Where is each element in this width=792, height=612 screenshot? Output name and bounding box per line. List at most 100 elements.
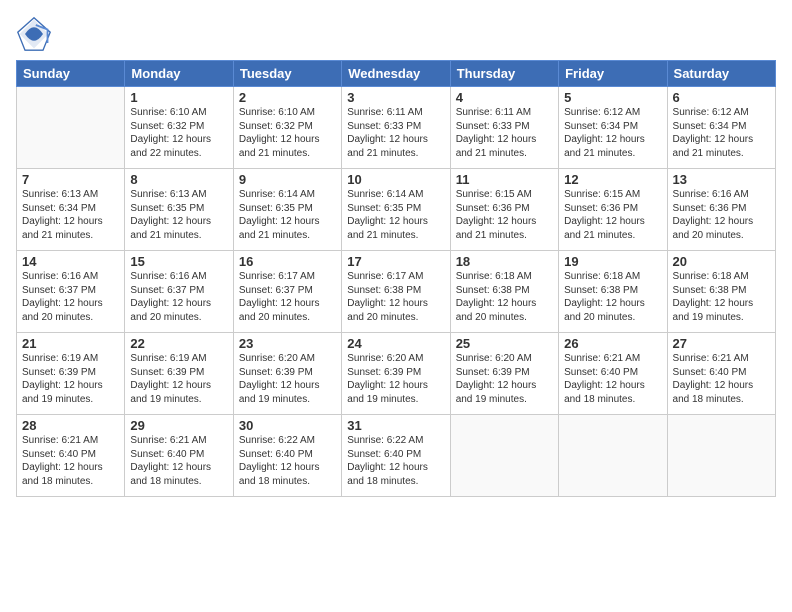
day-number: 10 [347, 172, 444, 187]
calendar-cell: 1Sunrise: 6:10 AM Sunset: 6:32 PM Daylig… [125, 87, 233, 169]
day-number: 30 [239, 418, 336, 433]
day-info: Sunrise: 6:14 AM Sunset: 6:35 PM Dayligh… [239, 188, 336, 242]
calendar-cell [17, 87, 125, 169]
logo-icon [16, 16, 52, 52]
day-info: Sunrise: 6:12 AM Sunset: 6:34 PM Dayligh… [673, 106, 770, 160]
day-info: Sunrise: 6:22 AM Sunset: 6:40 PM Dayligh… [347, 434, 444, 488]
day-number: 29 [130, 418, 227, 433]
calendar-cell: 13Sunrise: 6:16 AM Sunset: 6:36 PM Dayli… [667, 169, 775, 251]
calendar-cell: 10Sunrise: 6:14 AM Sunset: 6:35 PM Dayli… [342, 169, 450, 251]
calendar-cell [667, 415, 775, 497]
day-number: 17 [347, 254, 444, 269]
day-number: 13 [673, 172, 770, 187]
weekday-header-wednesday: Wednesday [342, 61, 450, 87]
page-container: SundayMondayTuesdayWednesdayThursdayFrid… [0, 0, 792, 612]
calendar-cell: 14Sunrise: 6:16 AM Sunset: 6:37 PM Dayli… [17, 251, 125, 333]
calendar-cell: 24Sunrise: 6:20 AM Sunset: 6:39 PM Dayli… [342, 333, 450, 415]
day-info: Sunrise: 6:19 AM Sunset: 6:39 PM Dayligh… [130, 352, 227, 406]
day-info: Sunrise: 6:12 AM Sunset: 6:34 PM Dayligh… [564, 106, 661, 160]
calendar-cell: 25Sunrise: 6:20 AM Sunset: 6:39 PM Dayli… [450, 333, 558, 415]
weekday-header-monday: Monday [125, 61, 233, 87]
calendar-cell: 17Sunrise: 6:17 AM Sunset: 6:38 PM Dayli… [342, 251, 450, 333]
day-info: Sunrise: 6:13 AM Sunset: 6:34 PM Dayligh… [22, 188, 119, 242]
calendar-cell: 27Sunrise: 6:21 AM Sunset: 6:40 PM Dayli… [667, 333, 775, 415]
calendar-cell: 16Sunrise: 6:17 AM Sunset: 6:37 PM Dayli… [233, 251, 341, 333]
calendar-cell: 31Sunrise: 6:22 AM Sunset: 6:40 PM Dayli… [342, 415, 450, 497]
day-number: 27 [673, 336, 770, 351]
day-info: Sunrise: 6:20 AM Sunset: 6:39 PM Dayligh… [347, 352, 444, 406]
calendar-cell: 15Sunrise: 6:16 AM Sunset: 6:37 PM Dayli… [125, 251, 233, 333]
day-info: Sunrise: 6:18 AM Sunset: 6:38 PM Dayligh… [456, 270, 553, 324]
calendar-cell: 21Sunrise: 6:19 AM Sunset: 6:39 PM Dayli… [17, 333, 125, 415]
calendar-cell [450, 415, 558, 497]
calendar-cell: 20Sunrise: 6:18 AM Sunset: 6:38 PM Dayli… [667, 251, 775, 333]
day-number: 18 [456, 254, 553, 269]
weekday-header-thursday: Thursday [450, 61, 558, 87]
day-info: Sunrise: 6:11 AM Sunset: 6:33 PM Dayligh… [456, 106, 553, 160]
day-info: Sunrise: 6:15 AM Sunset: 6:36 PM Dayligh… [564, 188, 661, 242]
calendar-cell: 19Sunrise: 6:18 AM Sunset: 6:38 PM Dayli… [559, 251, 667, 333]
day-number: 21 [22, 336, 119, 351]
calendar-cell: 26Sunrise: 6:21 AM Sunset: 6:40 PM Dayli… [559, 333, 667, 415]
calendar-week-5: 28Sunrise: 6:21 AM Sunset: 6:40 PM Dayli… [17, 415, 776, 497]
logo [16, 16, 56, 52]
day-number: 4 [456, 90, 553, 105]
calendar-cell: 12Sunrise: 6:15 AM Sunset: 6:36 PM Dayli… [559, 169, 667, 251]
calendar-cell [559, 415, 667, 497]
calendar-cell: 29Sunrise: 6:21 AM Sunset: 6:40 PM Dayli… [125, 415, 233, 497]
day-info: Sunrise: 6:16 AM Sunset: 6:37 PM Dayligh… [22, 270, 119, 324]
calendar-week-3: 14Sunrise: 6:16 AM Sunset: 6:37 PM Dayli… [17, 251, 776, 333]
day-info: Sunrise: 6:20 AM Sunset: 6:39 PM Dayligh… [456, 352, 553, 406]
day-info: Sunrise: 6:20 AM Sunset: 6:39 PM Dayligh… [239, 352, 336, 406]
day-info: Sunrise: 6:18 AM Sunset: 6:38 PM Dayligh… [673, 270, 770, 324]
day-number: 25 [456, 336, 553, 351]
day-info: Sunrise: 6:11 AM Sunset: 6:33 PM Dayligh… [347, 106, 444, 160]
day-number: 11 [456, 172, 553, 187]
calendar-cell: 6Sunrise: 6:12 AM Sunset: 6:34 PM Daylig… [667, 87, 775, 169]
weekday-header-friday: Friday [559, 61, 667, 87]
day-info: Sunrise: 6:22 AM Sunset: 6:40 PM Dayligh… [239, 434, 336, 488]
day-info: Sunrise: 6:19 AM Sunset: 6:39 PM Dayligh… [22, 352, 119, 406]
day-info: Sunrise: 6:21 AM Sunset: 6:40 PM Dayligh… [22, 434, 119, 488]
day-number: 16 [239, 254, 336, 269]
day-number: 26 [564, 336, 661, 351]
calendar-week-4: 21Sunrise: 6:19 AM Sunset: 6:39 PM Dayli… [17, 333, 776, 415]
day-info: Sunrise: 6:14 AM Sunset: 6:35 PM Dayligh… [347, 188, 444, 242]
calendar-table: SundayMondayTuesdayWednesdayThursdayFrid… [16, 60, 776, 497]
day-number: 6 [673, 90, 770, 105]
calendar-cell: 2Sunrise: 6:10 AM Sunset: 6:32 PM Daylig… [233, 87, 341, 169]
day-info: Sunrise: 6:16 AM Sunset: 6:36 PM Dayligh… [673, 188, 770, 242]
weekday-header-sunday: Sunday [17, 61, 125, 87]
weekday-header-tuesday: Tuesday [233, 61, 341, 87]
calendar-cell: 9Sunrise: 6:14 AM Sunset: 6:35 PM Daylig… [233, 169, 341, 251]
day-number: 8 [130, 172, 227, 187]
day-number: 15 [130, 254, 227, 269]
day-info: Sunrise: 6:21 AM Sunset: 6:40 PM Dayligh… [564, 352, 661, 406]
calendar-cell: 22Sunrise: 6:19 AM Sunset: 6:39 PM Dayli… [125, 333, 233, 415]
day-number: 22 [130, 336, 227, 351]
day-number: 23 [239, 336, 336, 351]
calendar-cell: 23Sunrise: 6:20 AM Sunset: 6:39 PM Dayli… [233, 333, 341, 415]
day-info: Sunrise: 6:17 AM Sunset: 6:38 PM Dayligh… [347, 270, 444, 324]
day-number: 5 [564, 90, 661, 105]
day-number: 24 [347, 336, 444, 351]
calendar-cell: 3Sunrise: 6:11 AM Sunset: 6:33 PM Daylig… [342, 87, 450, 169]
day-number: 28 [22, 418, 119, 433]
calendar-cell: 11Sunrise: 6:15 AM Sunset: 6:36 PM Dayli… [450, 169, 558, 251]
day-info: Sunrise: 6:17 AM Sunset: 6:37 PM Dayligh… [239, 270, 336, 324]
day-number: 31 [347, 418, 444, 433]
calendar-cell: 4Sunrise: 6:11 AM Sunset: 6:33 PM Daylig… [450, 87, 558, 169]
day-info: Sunrise: 6:13 AM Sunset: 6:35 PM Dayligh… [130, 188, 227, 242]
day-number: 3 [347, 90, 444, 105]
page-header [16, 16, 776, 52]
day-number: 7 [22, 172, 119, 187]
day-info: Sunrise: 6:10 AM Sunset: 6:32 PM Dayligh… [130, 106, 227, 160]
day-info: Sunrise: 6:15 AM Sunset: 6:36 PM Dayligh… [456, 188, 553, 242]
day-number: 19 [564, 254, 661, 269]
day-number: 12 [564, 172, 661, 187]
calendar-week-2: 7Sunrise: 6:13 AM Sunset: 6:34 PM Daylig… [17, 169, 776, 251]
day-number: 9 [239, 172, 336, 187]
weekday-header-saturday: Saturday [667, 61, 775, 87]
calendar-cell: 8Sunrise: 6:13 AM Sunset: 6:35 PM Daylig… [125, 169, 233, 251]
day-info: Sunrise: 6:16 AM Sunset: 6:37 PM Dayligh… [130, 270, 227, 324]
